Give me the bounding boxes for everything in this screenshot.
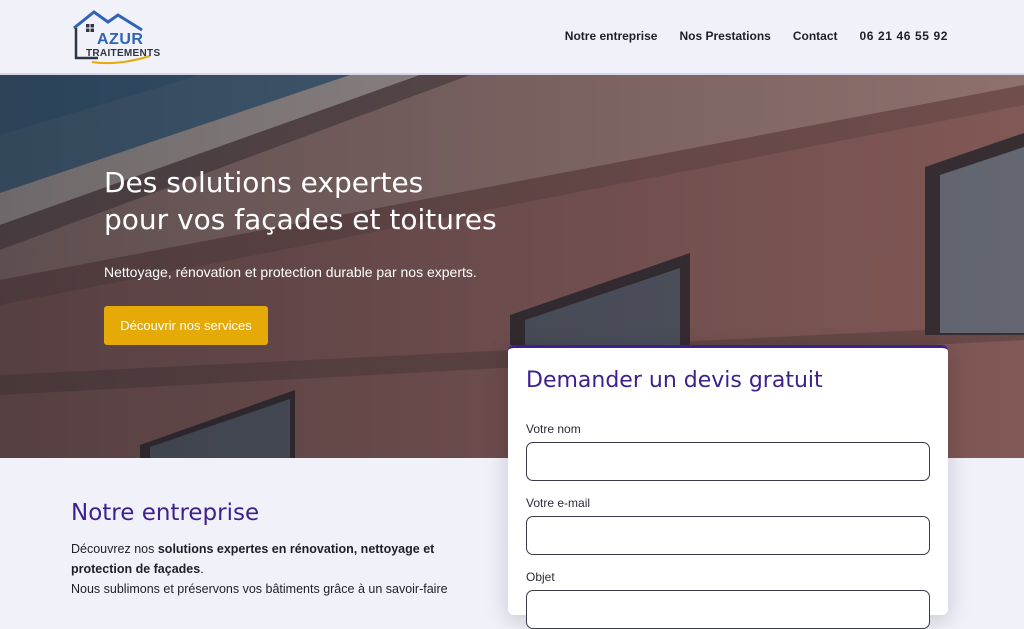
subject-field-label: Objet [526, 570, 555, 584]
name-field-label: Votre nom [526, 422, 581, 436]
email-input[interactable] [526, 516, 930, 555]
quote-form-card: Demander un devis gratuit Votre nom Votr… [508, 345, 948, 629]
main-nav: Notre entreprise Nos Prestations Contact… [565, 29, 948, 43]
nav-contact[interactable]: Contact [793, 29, 838, 43]
logo-text-azur: AZUR [97, 31, 144, 48]
nav-nos-prestations[interactable]: Nos Prestations [679, 29, 770, 43]
email-field-label: Votre e-mail [526, 496, 591, 510]
hero-title-line-1: Des solutions expertes [104, 166, 424, 199]
quote-form-title: Demander un devis gratuit [526, 368, 823, 393]
discover-services-button[interactable]: Découvrir nos services [104, 306, 268, 345]
site-header: AZUR TRAITEMENTS Notre entreprise Nos Pr… [0, 0, 1024, 75]
nav-notre-entreprise[interactable]: Notre entreprise [565, 29, 658, 43]
hero-title: Des solutions expertes pour vos façades … [104, 164, 544, 238]
about-text-prefix: Découvrez nos [71, 542, 158, 556]
nav-phone-link[interactable]: 06 21 46 55 92 [860, 29, 948, 43]
name-input[interactable] [526, 442, 930, 481]
about-text-bold-2: protection de façades [71, 562, 201, 576]
about-text-line-1: Découvrez nos solutions expertes en réno… [71, 542, 434, 556]
subject-input[interactable] [526, 590, 930, 629]
hero-title-line-2: pour vos façades et toitures [104, 203, 497, 236]
about-text-bold-1: solutions expertes en rénovation, nettoy… [157, 542, 435, 556]
about-section-title: Notre entreprise [71, 500, 260, 526]
about-text-line-3: Nous sublimons et préservons vos bâtimen… [71, 582, 448, 596]
logo-text-traitements: TRAITEMENTS [86, 48, 161, 59]
about-text-suffix: . [200, 562, 204, 576]
about-text-line-2: protection de façades. [71, 562, 204, 576]
hero-subtitle: Nettoyage, rénovation et protection dura… [104, 264, 477, 280]
